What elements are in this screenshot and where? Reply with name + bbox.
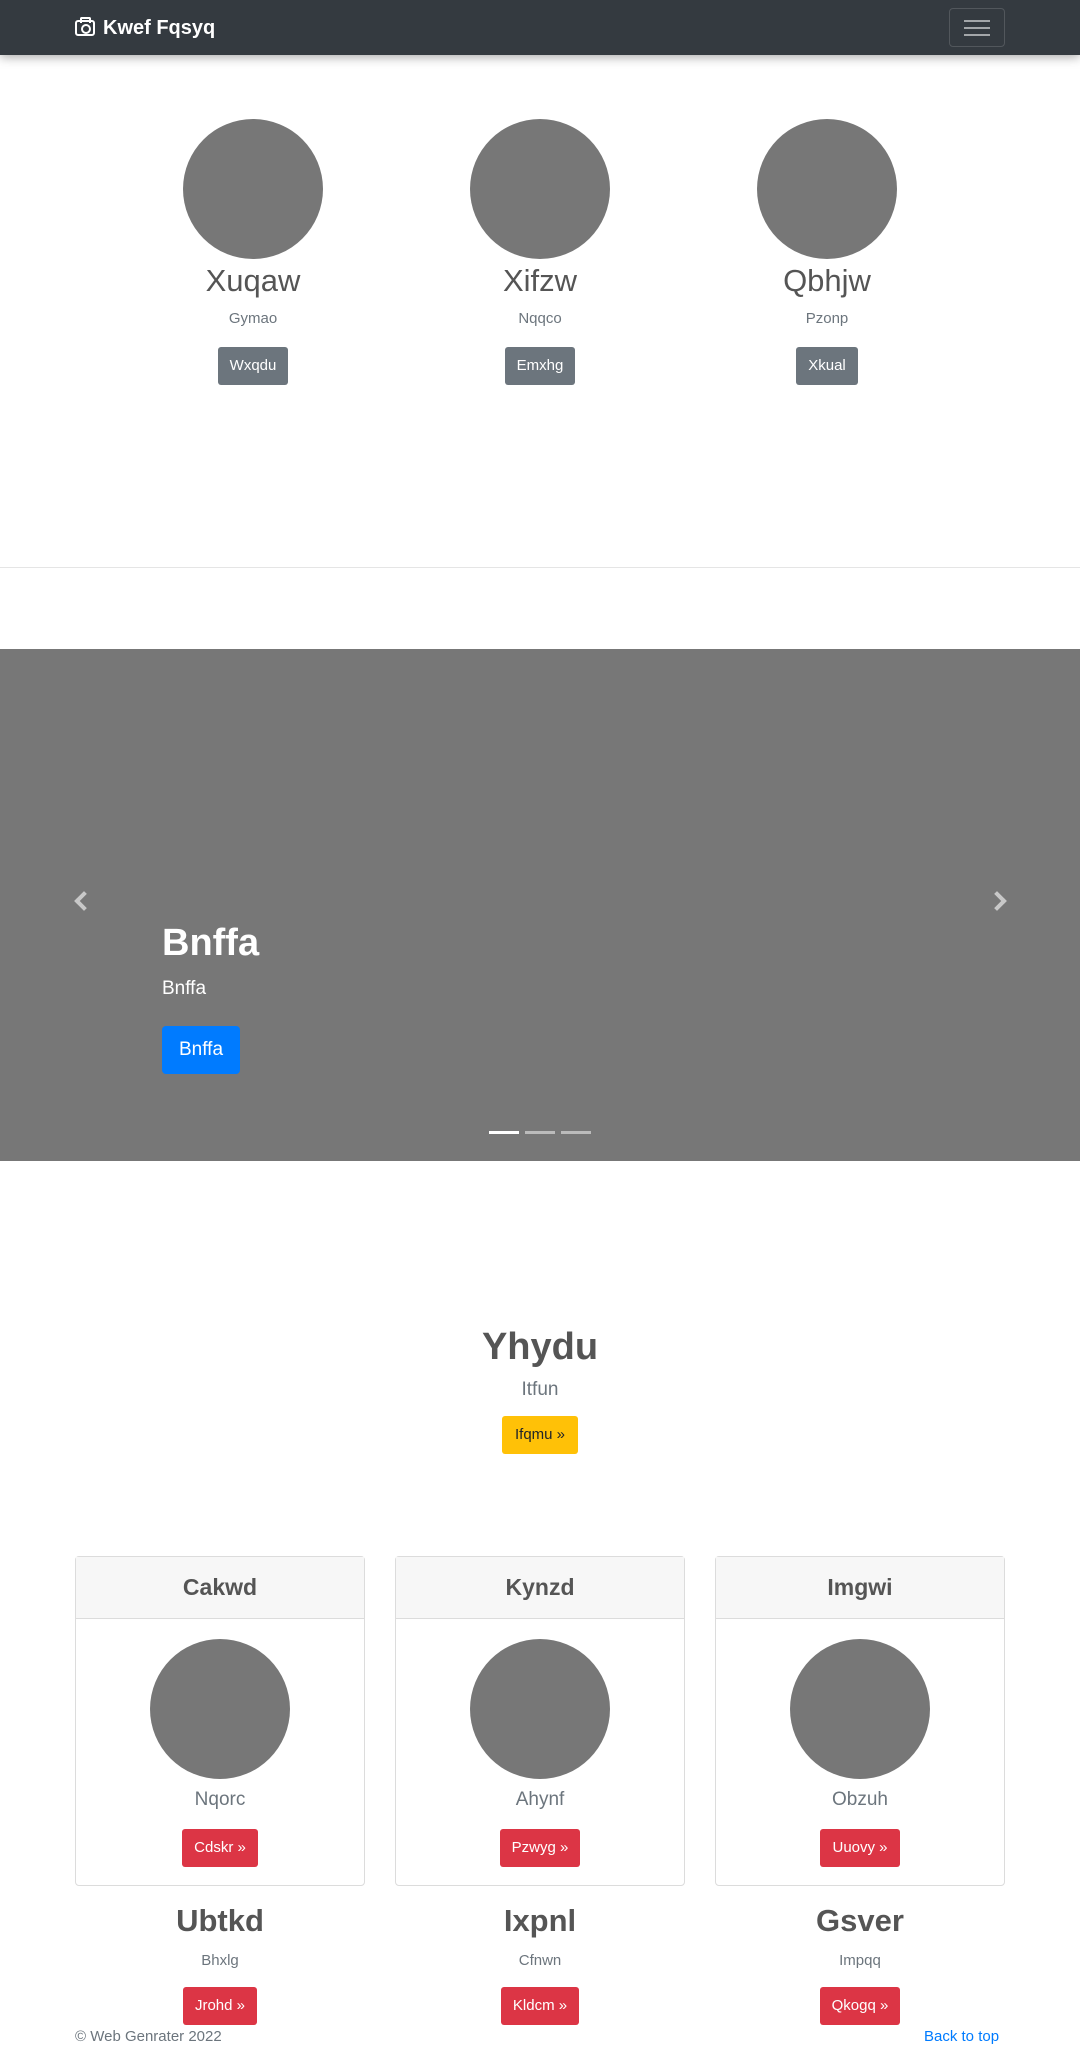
- carousel-title: Bnffa: [162, 922, 260, 964]
- column-subtitle: Impqq: [839, 1952, 881, 1969]
- person-button[interactable]: Emxhg: [504, 347, 576, 385]
- column-button[interactable]: Qkogq »: [819, 1987, 901, 2025]
- section-divider: [0, 567, 1080, 568]
- carousel-button[interactable]: Bnffa: [162, 1026, 241, 1074]
- person-name: Xuqaw: [205, 263, 301, 298]
- navbar: Kwef Fqsyq: [0, 0, 1080, 55]
- column-subtitle: Cfnwn: [518, 1952, 562, 1969]
- card-subtitle: Ahynf: [515, 1789, 565, 1810]
- person-card: Xuqaw Gymao Wxqdu: [143, 119, 363, 385]
- card-image: [790, 1639, 930, 1779]
- person-button[interactable]: Xkual: [796, 347, 858, 385]
- card-subtitle: Obzuh: [832, 1789, 888, 1810]
- column-item: Ixpnl Cfnwn Kldcm »: [395, 1901, 685, 2025]
- carousel: Bnffa Bnffa Bnffa: [0, 649, 1080, 1161]
- feature-section: Yhydu Itfun Ifqmu »: [0, 1320, 1080, 1454]
- person-button[interactable]: Wxqdu: [217, 347, 289, 385]
- person-name: Qbhjw: [783, 263, 871, 298]
- person-role: Pzonp: [805, 310, 849, 327]
- card: Kynzd Ahynf Pzwyg »: [395, 1556, 685, 1886]
- card-button[interactable]: Cdskr »: [182, 1829, 258, 1867]
- person-name: Xifzw: [502, 263, 578, 298]
- card-header: Imgwi: [716, 1557, 1004, 1619]
- column-subtitle: Bhxlg: [201, 1952, 239, 1969]
- card: Imgwi Obzuh Uuovy »: [715, 1556, 1005, 1886]
- card: Cakwd Nqorc Cdskr »: [75, 1556, 365, 1886]
- chevron-right-icon[interactable]: [987, 891, 1007, 911]
- column-item: Gsver Impqq Qkogq »: [715, 1901, 1005, 2025]
- carousel-subtitle: Bnffa: [162, 978, 207, 999]
- avatar: [470, 119, 610, 259]
- column-title: Gsver: [816, 1903, 904, 1938]
- carousel-indicator[interactable]: [561, 1131, 591, 1134]
- carousel-indicator[interactable]: [489, 1131, 519, 1134]
- column-button[interactable]: Jrohd »: [182, 1987, 258, 2025]
- column-title: Ixpnl: [503, 1903, 577, 1938]
- avatar: [183, 119, 323, 259]
- column-title: Ubtkd: [176, 1903, 264, 1938]
- feature-subtitle: Itfun: [521, 1379, 559, 1400]
- hamburger-icon: [964, 20, 990, 22]
- back-to-top-link[interactable]: Back to top: [924, 2028, 999, 2045]
- camera-icon: [75, 17, 95, 36]
- card-subtitle: Nqorc: [194, 1789, 246, 1810]
- feature-button[interactable]: Ifqmu »: [501, 1416, 579, 1454]
- person-card: Xifzw Nqqco Emxhg: [430, 119, 650, 385]
- avatar: [757, 119, 897, 259]
- carousel-indicators: [489, 1131, 597, 1134]
- card-button[interactable]: Uuovy »: [820, 1829, 900, 1867]
- brand-link[interactable]: Kwef Fqsyq: [75, 14, 215, 42]
- carousel-indicator[interactable]: [525, 1131, 555, 1134]
- footer-copyright: © Web Genrater 2022: [75, 2028, 222, 2045]
- navbar-toggler-button[interactable]: [949, 8, 1005, 47]
- card-image: [150, 1639, 290, 1779]
- feature-title: Yhydu: [481, 1326, 599, 1368]
- person-role: Gymao: [228, 310, 278, 327]
- column-button[interactable]: Kldcm »: [500, 1987, 580, 2025]
- person-card: Qbhjw Pzonp Xkual: [717, 119, 937, 385]
- card-image: [470, 1639, 610, 1779]
- brand-name: Kwef Fqsyq: [103, 16, 216, 39]
- card-header: Cakwd: [76, 1557, 364, 1619]
- card-button[interactable]: Pzwyg »: [499, 1829, 581, 1867]
- column-item: Ubtkd Bhxlg Jrohd »: [75, 1901, 365, 2025]
- chevron-left-icon[interactable]: [74, 891, 94, 911]
- person-role: Nqqco: [518, 310, 562, 327]
- card-header: Kynzd: [396, 1557, 684, 1619]
